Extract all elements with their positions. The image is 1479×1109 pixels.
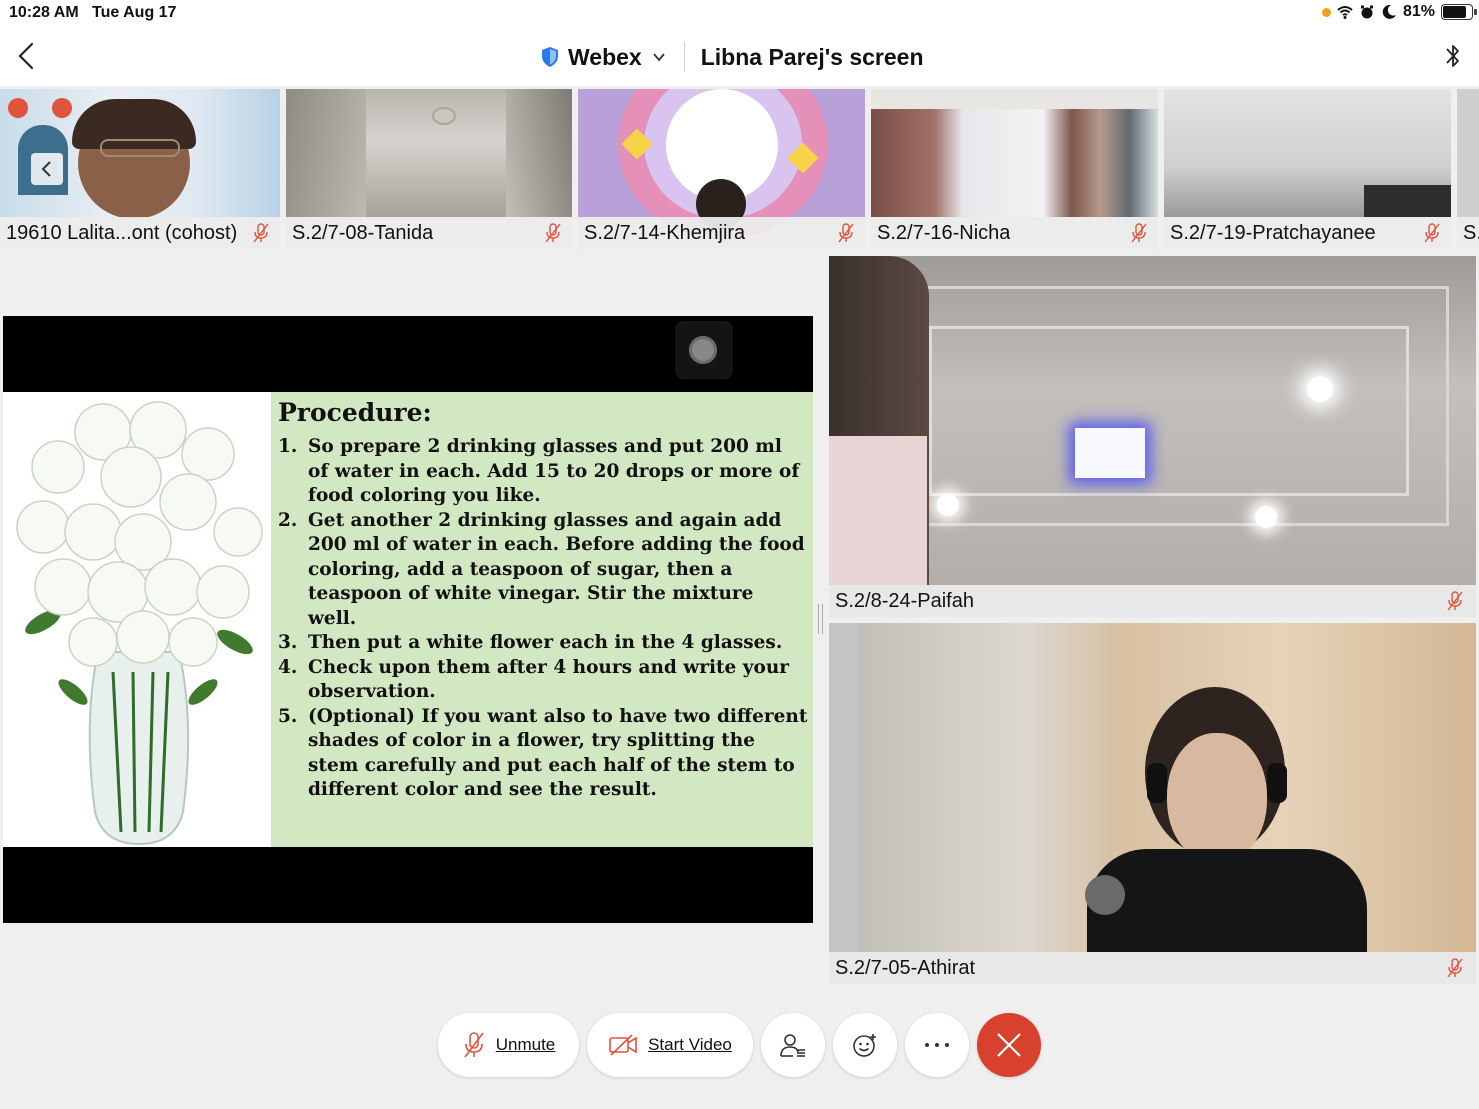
strip-scroll-left-button[interactable]	[31, 153, 63, 185]
back-chevron-icon[interactable]	[14, 40, 40, 72]
step-number: 4.	[278, 656, 298, 678]
call-controls: Unmute Start Video	[0, 1013, 1479, 1077]
status-time: 10:28 AM Tue Aug 17	[9, 4, 177, 21]
ellipsis-icon	[925, 1043, 949, 1047]
step-text: Then put a white flower each in the 4 gl…	[308, 632, 783, 653]
procedure-step: 2. Get another 2 drinking glasses and aga…	[278, 509, 808, 632]
reactions-button[interactable]	[833, 1013, 897, 1077]
chevron-down-icon[interactable]	[652, 50, 666, 64]
participant-name: 19610 Lalita...ont (cohost)	[6, 221, 238, 244]
procedure-step: 4. Check upon them after 4 hours and writ…	[278, 656, 808, 705]
bluetooth-icon[interactable]	[1443, 40, 1463, 72]
mic-in-use-indicator	[1321, 7, 1331, 17]
chevron-left-icon	[41, 161, 51, 177]
mic-muted-icon	[838, 223, 854, 243]
procedure-step: 1. So prepare 2 drinking glasses and put …	[278, 435, 808, 509]
alarm-icon	[1360, 5, 1373, 19]
participant-name: S.2/7-16-Nicha	[877, 221, 1011, 244]
participant-name: S.2/7-14-Khemjira	[584, 221, 746, 244]
mic-muted-icon	[1131, 223, 1147, 243]
participant-thumb[interactable]: S.	[1457, 89, 1479, 249]
video-tile[interactable]: S.2/8-24-Paifah	[829, 256, 1476, 617]
participant-thumb[interactable]: S.2/7-14-Khemjira	[578, 89, 865, 249]
slide-heading: Procedure:	[278, 398, 432, 427]
step-number: 3.	[278, 632, 298, 653]
step-number: 2.	[278, 509, 298, 531]
start-video-button[interactable]: Start Video	[587, 1013, 753, 1077]
participant-thumb[interactable]: S.2/7-16-Nicha	[871, 89, 1158, 249]
step-number: 1.	[278, 436, 298, 457]
participant-name: S.2/7-19-Pratchayanee	[1170, 221, 1376, 244]
meeting-header: Webex Libna Parej's screen	[0, 28, 1479, 86]
share-title: Libna Parej's screen	[700, 43, 924, 70]
mic-muted-icon	[1447, 591, 1463, 611]
participant-strip[interactable]: 19610 Lalita...ont (cohost) S.2/7-08-Tan…	[0, 89, 1479, 249]
mic-muted-icon	[1424, 223, 1440, 243]
procedure-list: 1. So prepare 2 drinking glasses and put …	[278, 435, 808, 803]
participant-name: S.2/7-08-Tanida	[292, 221, 434, 244]
participants-button[interactable]	[761, 1013, 825, 1077]
start-video-label: Start Video	[648, 1035, 732, 1054]
presentation-slide: Procedure: 1. So prepare 2 drinking glass…	[3, 392, 813, 847]
step-text: Check upon them after 4 hours and write …	[308, 656, 790, 703]
leave-meeting-button[interactable]	[977, 1013, 1041, 1077]
status-bar: 10:28 AM Tue Aug 17 81%	[0, 0, 1479, 28]
participant-name: S.	[1463, 221, 1479, 244]
video-off-icon	[609, 1034, 637, 1056]
mic-muted-icon	[253, 223, 269, 243]
participants-icon	[780, 1034, 805, 1057]
status-date: Tue Aug 17	[92, 4, 177, 21]
shared-screen[interactable]: Procedure: 1. So prepare 2 drinking glass…	[3, 316, 813, 923]
unmute-label: Unmute	[495, 1035, 556, 1054]
step-text: (Optional) If you want also to have two …	[308, 705, 808, 801]
white-roses-image	[3, 392, 271, 847]
shield-icon	[542, 47, 558, 67]
step-text: Get another 2 drinking glasses and again…	[308, 509, 805, 629]
close-icon	[997, 1033, 1021, 1057]
wifi-icon	[1337, 6, 1353, 19]
mic-muted-icon	[545, 223, 561, 243]
step-number: 5.	[278, 705, 298, 727]
emoji-icon	[853, 1034, 876, 1057]
unmute-button[interactable]: Unmute	[438, 1013, 579, 1077]
resize-handle[interactable]	[818, 604, 823, 634]
mic-muted-icon	[464, 1032, 484, 1058]
procedure-step: 5. (Optional) If you want also to have tw…	[278, 705, 808, 803]
participant-thumb[interactable]: S.2/7-19-Pratchayanee	[1164, 89, 1451, 249]
moon-icon	[1382, 4, 1396, 19]
battery-percent: 81%	[1402, 3, 1435, 20]
participant-thumb[interactable]: S.2/7-08-Tanida	[286, 89, 572, 249]
app-name[interactable]: Webex	[568, 44, 642, 71]
participant-name: S.2/8-24-Paifah	[835, 589, 974, 612]
procedure-step: 3. Then put a white flower each in the 4 …	[278, 631, 808, 656]
battery-icon	[1441, 4, 1477, 20]
camera-icon	[675, 321, 733, 379]
video-tile[interactable]: S.2/7-05-Athirat	[829, 623, 1476, 984]
mic-muted-icon	[1447, 958, 1463, 978]
step-text: So prepare 2 drinking glasses and put 20…	[308, 436, 800, 506]
header-divider	[683, 42, 685, 72]
more-options-button[interactable]	[905, 1013, 969, 1077]
participant-name: S.2/7-05-Athirat	[835, 956, 976, 979]
participant-thumb[interactable]: 19610 Lalita...ont (cohost)	[0, 89, 280, 249]
